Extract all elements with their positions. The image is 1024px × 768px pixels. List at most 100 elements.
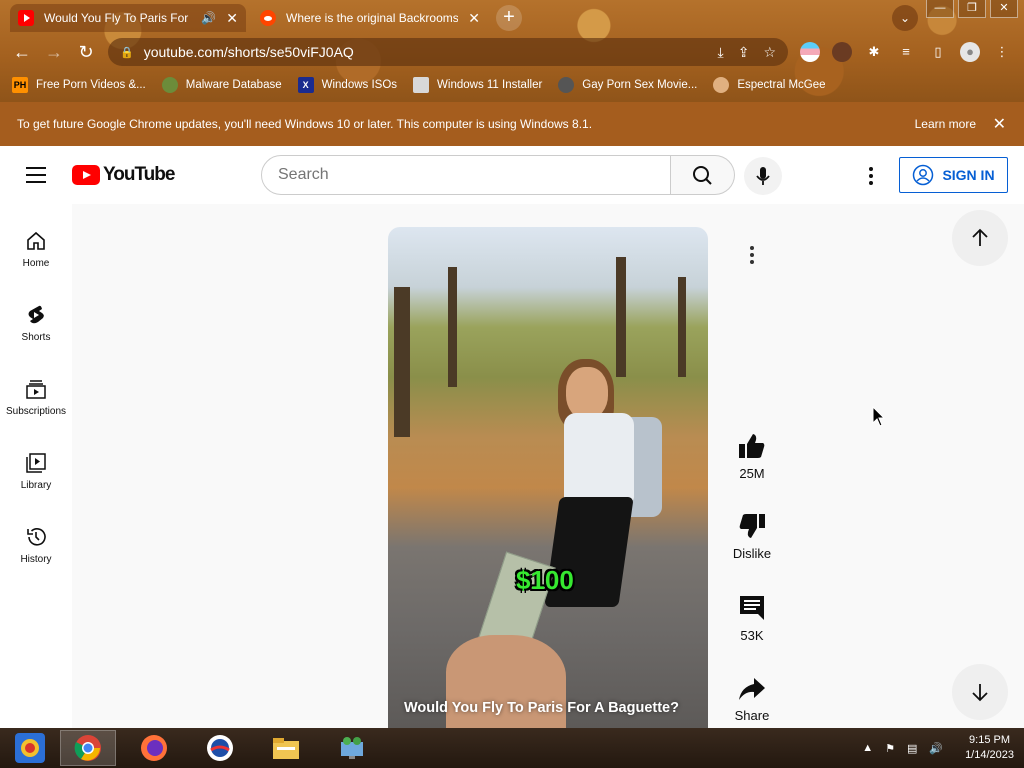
tray-expand-icon[interactable]: ▲ bbox=[862, 742, 873, 754]
guide-label: Shorts bbox=[21, 332, 51, 343]
home-icon bbox=[27, 231, 45, 250]
dislike-button[interactable]: Dislike bbox=[722, 512, 782, 561]
taskbar-network-app[interactable] bbox=[324, 730, 380, 766]
tree-trunk bbox=[616, 257, 626, 377]
tab-youtube-short[interactable]: Would You Fly To Paris For A 🔊 ✕ bbox=[10, 4, 246, 32]
microphone-icon bbox=[756, 167, 770, 185]
back-arrow-icon[interactable]: ← bbox=[10, 40, 34, 64]
install-app-icon[interactable]: ⤓ bbox=[718, 44, 724, 61]
network-icon[interactable]: ▤ bbox=[907, 742, 917, 755]
next-short-button[interactable] bbox=[952, 664, 1008, 720]
trans-flag-extension-icon[interactable] bbox=[800, 42, 820, 62]
guide-item-home[interactable]: Home bbox=[0, 216, 72, 282]
clock-time: 9:15 PM bbox=[969, 734, 1011, 746]
extensions-puzzle-icon[interactable]: ✱ bbox=[864, 42, 884, 62]
search-input[interactable] bbox=[261, 155, 671, 195]
guide-item-shorts[interactable]: Shorts bbox=[0, 290, 72, 356]
arrow-down-icon bbox=[972, 684, 988, 702]
short-video-player[interactable]: $100 Would You Fly To Paris For A Baguet… bbox=[388, 227, 708, 728]
subscriptions-icon bbox=[26, 380, 46, 399]
volume-icon[interactable]: 🔊 bbox=[929, 742, 943, 755]
window-controls: — ❐ ✕ bbox=[926, 0, 1018, 18]
guide-label: Subscriptions bbox=[5, 406, 67, 417]
tab-reddit[interactable]: Where is the original Backrooms ✕ bbox=[252, 4, 488, 32]
restore-button[interactable]: ❐ bbox=[958, 0, 986, 18]
youtube-wordmark: YouTube bbox=[103, 164, 175, 185]
sign-in-button[interactable]: SIGN IN bbox=[899, 157, 1008, 193]
youtube-logo[interactable]: YouTube bbox=[72, 164, 175, 186]
voice-search-button[interactable] bbox=[744, 157, 782, 195]
clock-date: 1/14/2023 bbox=[965, 749, 1014, 761]
new-tab-button[interactable]: + bbox=[496, 5, 522, 31]
network-app-icon bbox=[341, 737, 363, 759]
bookmark-item[interactable]: Windows 11 Installer bbox=[413, 77, 542, 93]
close-window-button[interactable]: ✕ bbox=[990, 0, 1018, 18]
share-arrow-icon bbox=[739, 678, 765, 700]
taskbar-firefox[interactable] bbox=[126, 730, 182, 766]
like-button[interactable]: 25M bbox=[722, 432, 782, 481]
video-person-head bbox=[566, 367, 608, 419]
action-center-flag-icon[interactable]: ⚑ bbox=[885, 742, 895, 755]
opera-icon bbox=[207, 735, 233, 761]
bookmark-label: Windows 11 Installer bbox=[437, 79, 543, 91]
taskbar-file-explorer[interactable] bbox=[258, 730, 314, 766]
address-bar[interactable]: 🔒 youtube.com/shorts/se50viFJ0AQ ⤓ ⇪ ☆ bbox=[108, 38, 788, 66]
taskbar-opera[interactable] bbox=[192, 730, 248, 766]
globe-icon bbox=[558, 77, 575, 93]
video-person-shirt bbox=[564, 413, 634, 503]
reload-icon[interactable]: ↻ bbox=[74, 40, 98, 64]
windows-taskbar: ▲ ⚑ ▤ 🔊 9:15 PM 1/14/2023 bbox=[0, 728, 1024, 768]
omnibox-actions: ⤓ ⇪ ☆ bbox=[718, 44, 789, 61]
tree-trunk bbox=[678, 277, 686, 377]
previous-short-button[interactable] bbox=[952, 210, 1008, 266]
tab-search-chevron-icon[interactable]: ⌄ bbox=[892, 5, 918, 31]
minimize-button[interactable]: — bbox=[926, 0, 954, 18]
bookmark-item[interactable]: Malware Database bbox=[161, 77, 282, 93]
close-tab-icon[interactable]: ✕ bbox=[468, 10, 480, 27]
search-button[interactable] bbox=[671, 155, 735, 195]
browser-chrome: Would You Fly To Paris For A 🔊 ✕ Where i… bbox=[0, 0, 1024, 102]
guide-item-subscriptions[interactable]: Subscriptions bbox=[0, 364, 72, 430]
share-button[interactable]: Share bbox=[722, 676, 782, 723]
bookmark-label: Espectral McGee bbox=[737, 79, 826, 91]
forward-arrow-icon[interactable]: → bbox=[42, 40, 66, 64]
tab-title: Where is the original Backrooms bbox=[286, 11, 459, 25]
infobar-message: To get future Google Chrome updates, you… bbox=[17, 117, 593, 131]
hamburger-menu-icon[interactable] bbox=[26, 167, 46, 183]
bookmark-star-icon[interactable]: ☆ bbox=[763, 44, 776, 61]
video-overlay-text: $100 bbox=[516, 565, 574, 595]
bookmark-item[interactable]: Espectral McGee bbox=[713, 77, 826, 93]
settings-kebab-icon[interactable] bbox=[862, 164, 880, 188]
guide-label: Home bbox=[22, 258, 50, 269]
guide-item-library[interactable]: Library bbox=[0, 438, 72, 504]
taskbar-chrome[interactable] bbox=[60, 730, 116, 766]
close-infobar-icon[interactable]: ✕ bbox=[993, 114, 1006, 134]
learn-more-link[interactable]: Learn more bbox=[915, 117, 976, 131]
bookmark-item[interactable]: Gay Porn Sex Movie... bbox=[558, 77, 697, 93]
close-tab-icon[interactable]: ✕ bbox=[226, 10, 238, 27]
profile-icon[interactable]: ● bbox=[960, 42, 980, 62]
short-title[interactable]: Would You Fly To Paris For A Baguette? bbox=[404, 700, 679, 716]
library-icon bbox=[26, 453, 46, 473]
speaker-icon[interactable]: 🔊 bbox=[201, 11, 216, 25]
share-icon[interactable]: ⇪ bbox=[738, 44, 750, 61]
bookmarks-bar: PH Free Porn Videos &... Malware Databas… bbox=[0, 72, 1024, 98]
guide-label: Library bbox=[20, 480, 52, 491]
bookmark-item[interactable]: X Windows ISOs bbox=[297, 77, 397, 93]
tree-trunk bbox=[394, 287, 410, 437]
side-panel-icon[interactable]: ▯ bbox=[928, 42, 948, 62]
start-button[interactable] bbox=[2, 730, 58, 766]
chrome-menu-icon[interactable]: ⋮ bbox=[992, 42, 1012, 62]
bookmark-item[interactable]: PH Free Porn Videos &... bbox=[12, 77, 146, 93]
thumbs-down-icon bbox=[739, 514, 765, 538]
comments-button[interactable]: 53K bbox=[722, 594, 782, 643]
avatar-extension-icon[interactable] bbox=[832, 42, 852, 62]
short-more-options-icon[interactable] bbox=[742, 242, 762, 268]
file-explorer-icon bbox=[273, 738, 299, 759]
lock-icon[interactable]: 🔒 bbox=[120, 46, 134, 59]
account-icon bbox=[913, 164, 934, 186]
media-controls-icon[interactable]: ≡ bbox=[896, 42, 916, 62]
guide-item-history[interactable]: History bbox=[0, 512, 72, 578]
clock[interactable]: 9:15 PM 1/14/2023 bbox=[965, 733, 1014, 763]
guide-label: History bbox=[20, 554, 52, 565]
